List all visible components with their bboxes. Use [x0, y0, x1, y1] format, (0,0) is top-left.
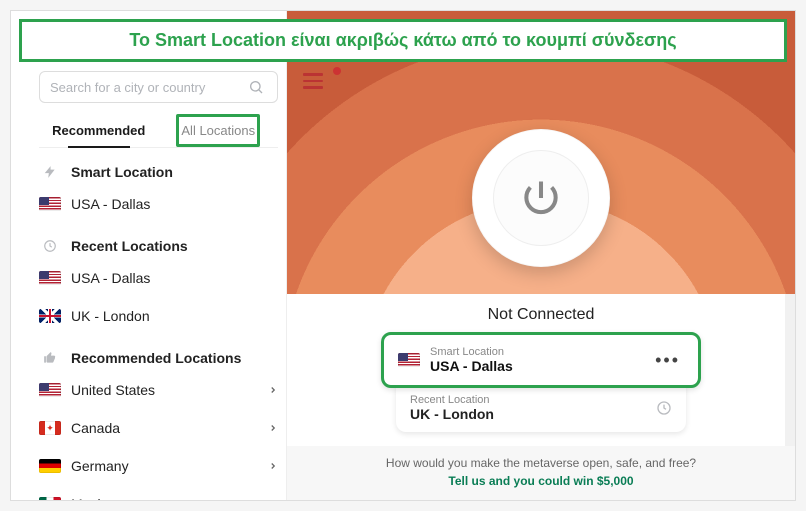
- list-item-label: UK - London: [71, 308, 150, 324]
- section-recent-locations: Recent Locations: [39, 224, 278, 258]
- status-indicator-icon: [333, 67, 341, 75]
- thumbs-up-icon: [39, 351, 61, 365]
- lightning-icon: [39, 165, 61, 179]
- tab-recommended[interactable]: Recommended: [39, 113, 159, 147]
- location-tabs: Recommended All Locations: [39, 113, 278, 148]
- card-value: USA - Dallas: [430, 358, 651, 374]
- recent-location-card[interactable]: Recent Location UK - London: [396, 384, 686, 432]
- section-title: Recent Locations: [71, 238, 188, 254]
- flag-uk-icon: [39, 309, 61, 323]
- card-label: Recent Location: [410, 394, 656, 406]
- recent-item[interactable]: USA - Dallas: [39, 260, 278, 296]
- recent-item[interactable]: UK - London: [39, 298, 278, 334]
- search-input-wrap[interactable]: [39, 71, 278, 103]
- recommended-item[interactable]: Mexico: [39, 486, 278, 500]
- clock-icon: [39, 239, 61, 253]
- flag-us-icon: [39, 197, 61, 211]
- power-icon: [519, 176, 563, 220]
- card-value: UK - London: [410, 406, 656, 422]
- list-item-label: United States: [71, 382, 155, 398]
- menu-button[interactable]: [303, 73, 323, 89]
- clock-icon: [656, 400, 672, 416]
- chevron-right-icon: [268, 461, 278, 471]
- chevron-right-icon: [268, 423, 278, 433]
- main-panel: Not Connected Smart Location USA - Dalla…: [287, 11, 795, 500]
- section-title: Smart Location: [71, 164, 173, 180]
- location-sidebar: Recommended All Locations Smart Location…: [11, 11, 287, 500]
- flag-us-icon: [398, 353, 420, 367]
- tab-all-locations[interactable]: All Locations: [159, 113, 279, 147]
- flag-ca-icon: [39, 421, 61, 435]
- connect-button[interactable]: [472, 129, 610, 267]
- promo-banner: How would you make the metaverse open, s…: [287, 446, 795, 500]
- list-item-label: USA - Dallas: [71, 196, 150, 212]
- flag-de-icon: [39, 459, 61, 473]
- section-title: Recommended Locations: [71, 350, 241, 366]
- list-item-label: Canada: [71, 420, 120, 436]
- annotation-banner: Το Smart Location είναι ακριβώς κάτω από…: [19, 19, 787, 62]
- search-icon: [245, 79, 267, 95]
- chevron-right-icon: [268, 499, 278, 500]
- section-smart-location: Smart Location: [39, 150, 278, 184]
- flag-mx-icon: [39, 497, 61, 500]
- promo-question: How would you make the metaverse open, s…: [317, 456, 765, 470]
- recommended-item[interactable]: Canada: [39, 410, 278, 446]
- search-input[interactable]: [50, 80, 245, 95]
- list-item-label: USA - Dallas: [71, 270, 150, 286]
- section-recommended-locations: Recommended Locations: [39, 336, 278, 370]
- list-item-label: Germany: [71, 458, 129, 474]
- flag-us-icon: [39, 271, 61, 285]
- flag-us-icon: [39, 383, 61, 397]
- list-item-label: Mexico: [71, 496, 115, 500]
- more-options-button[interactable]: •••: [651, 350, 684, 371]
- chevron-right-icon: [268, 385, 278, 395]
- smart-location-card[interactable]: Smart Location USA - Dallas •••: [381, 332, 701, 388]
- recommended-item[interactable]: United States: [39, 372, 278, 408]
- connection-status: Not Connected: [287, 294, 795, 332]
- recommended-item[interactable]: Germany: [39, 448, 278, 484]
- smart-location-item[interactable]: USA - Dallas: [39, 186, 278, 222]
- promo-cta-link[interactable]: Tell us and you could win $5,000: [317, 474, 765, 488]
- card-label: Smart Location: [430, 346, 651, 358]
